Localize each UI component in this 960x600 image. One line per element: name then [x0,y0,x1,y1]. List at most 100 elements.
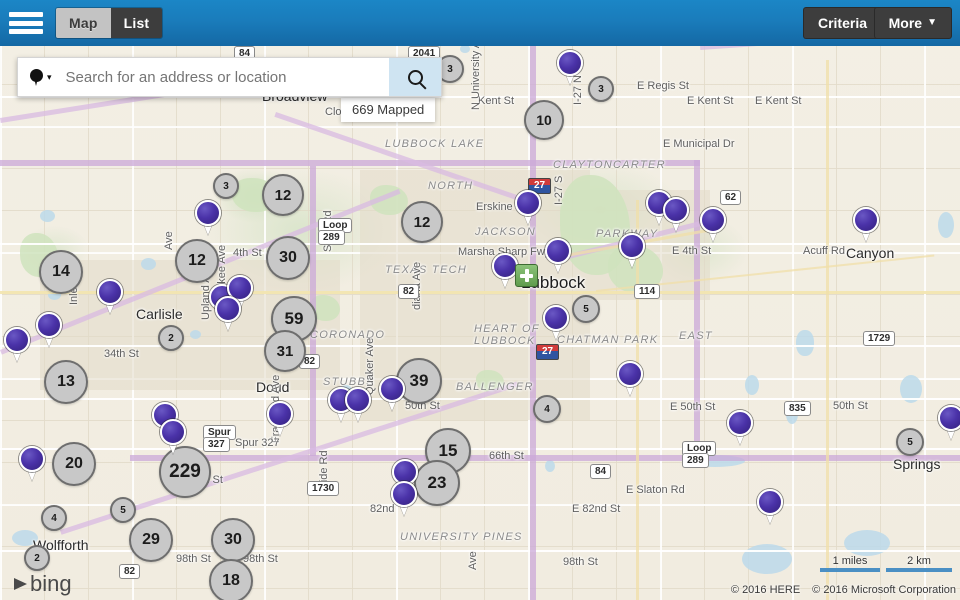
property-pin[interactable] [853,207,879,242]
property-pin[interactable] [557,50,583,85]
tab-list[interactable]: List [110,8,163,38]
cluster-marker[interactable]: 5 [572,295,600,323]
property-pin[interactable] [700,207,726,242]
pin-head [36,312,62,338]
scale-miles-label: 1 miles [832,555,868,567]
property-pin[interactable] [515,190,541,225]
scale-bar: 1 miles 2 km [820,555,952,572]
cluster-marker[interactable]: 12 [401,201,443,243]
property-pin[interactable] [267,401,293,436]
pin-head [4,327,30,353]
cluster-marker[interactable]: 4 [41,505,67,531]
map-attribution: © 2016 HERE © 2016 Microsoft Corporation [731,584,956,596]
highway-segment [0,160,700,166]
property-pin[interactable] [195,200,221,235]
cluster-marker[interactable]: 30 [266,236,310,280]
property-pin[interactable] [543,305,569,340]
pin-head [757,489,783,515]
bing-logo[interactable]: bing [14,573,72,595]
property-pin[interactable] [97,279,123,314]
pin-head [515,190,541,216]
property-pin[interactable] [545,238,571,273]
property-pin[interactable] [617,361,643,396]
cluster-marker[interactable]: 13 [44,360,88,404]
water-body [12,530,38,546]
view-toggle-group: Map List [55,7,164,39]
cluster-marker[interactable]: 10 [524,100,564,140]
search-bar: ▾ [17,57,442,97]
search-input[interactable] [59,68,389,86]
cluster-count: 12 [274,186,292,204]
property-pin[interactable] [160,419,186,454]
cluster-marker[interactable]: 4 [533,395,561,423]
property-pin[interactable] [379,376,405,411]
criteria-button[interactable]: Criteria [802,7,882,39]
cluster-marker[interactable]: 12 [175,239,219,283]
cluster-count: 30 [224,531,242,548]
property-pin[interactable] [36,312,62,347]
cluster-marker[interactable]: 29 [129,518,173,562]
cluster-marker[interactable]: 14 [39,250,83,294]
cluster-marker[interactable]: 3 [213,173,239,199]
more-button[interactable]: More ▼ [873,7,952,39]
attribution-microsoft: © 2016 Microsoft Corporation [812,584,956,596]
cluster-marker[interactable]: 3 [588,76,614,102]
property-pin[interactable] [938,405,960,440]
property-pin[interactable] [757,489,783,524]
pin-head [938,405,960,431]
pin-head [700,207,726,233]
pin-head [345,387,371,413]
chevron-down-icon: ▾ [47,71,52,82]
road-segment [0,243,960,245]
property-pin[interactable] [215,296,241,331]
pin-head [215,296,241,322]
property-pin[interactable] [345,387,371,422]
cluster-count: 5 [583,303,589,315]
cluster-count: 4 [544,403,550,415]
cluster-marker[interactable]: 30 [211,518,255,562]
cluster-count: 15 [438,441,458,460]
cluster-count: 3 [598,83,604,95]
route-shield: 289 [682,453,709,468]
property-pin[interactable] [19,446,45,481]
cluster-marker[interactable]: 18 [209,559,253,600]
route-shield: 62 [720,190,742,205]
cluster-count: 23 [427,473,447,492]
cluster-count: 12 [188,252,206,269]
cluster-marker[interactable]: 2 [24,545,50,571]
chevron-down-icon: ▼ [927,17,937,28]
route-shield: 289 [318,230,345,245]
cluster-marker[interactable]: 5 [110,497,136,523]
cluster-marker[interactable]: 5 [896,428,924,456]
tab-map[interactable]: Map [56,8,111,38]
scale-km-label: 2 km [907,555,931,567]
search-type-selector[interactable]: ▾ [18,68,60,86]
search-icon [407,69,423,85]
property-pin[interactable] [663,197,689,232]
cluster-marker[interactable]: 31 [264,330,306,372]
attribution-here: © 2016 HERE [730,584,801,596]
plus-icon[interactable] [515,264,538,287]
cluster-marker[interactable]: 12 [262,174,304,216]
cluster-marker[interactable]: 20 [52,442,96,486]
route-shield: 1729 [863,331,896,346]
hamburger-bar [9,12,43,17]
cluster-count: 229 [169,461,201,482]
pin-head [557,50,583,76]
property-pin[interactable] [4,327,30,362]
property-pin[interactable] [619,233,645,268]
cluster-marker[interactable]: 23 [414,460,460,506]
pin-head [19,446,45,472]
pin-head [663,197,689,223]
property-pin[interactable] [727,410,753,445]
cluster-count: 2 [34,552,40,564]
pin-head [267,401,293,427]
cluster-count: 10 [536,112,552,128]
search-button[interactable] [389,58,441,96]
cluster-marker[interactable]: 2 [158,325,184,351]
location-pin-icon [30,68,43,86]
water-body [141,258,156,270]
pin-head [545,238,571,264]
hamburger-menu-icon[interactable] [9,10,43,36]
property-pin[interactable] [391,481,417,516]
